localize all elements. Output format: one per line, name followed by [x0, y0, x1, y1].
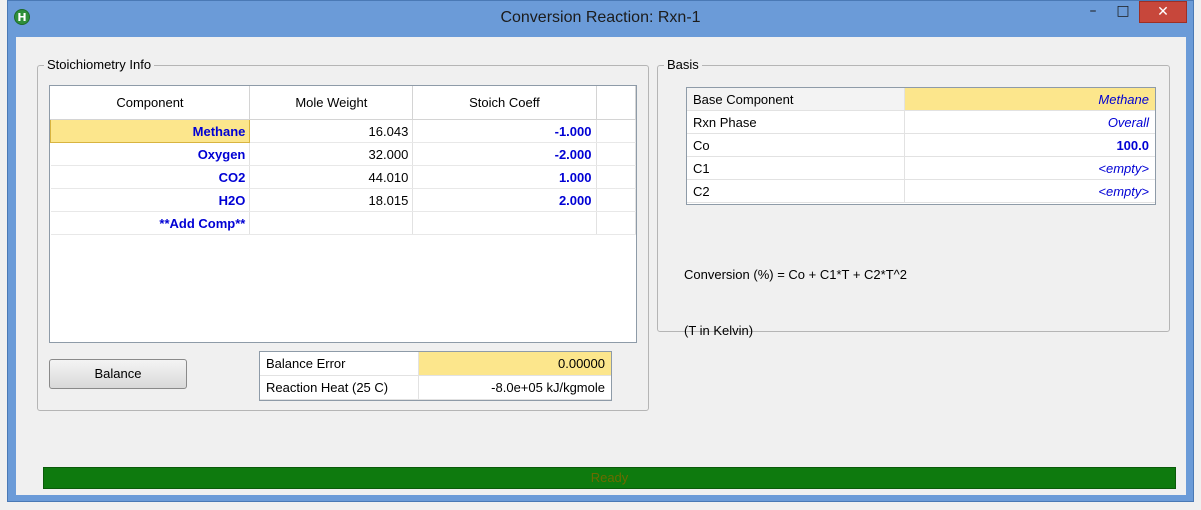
stoich-coeff-cell[interactable]: 2.000: [412, 188, 597, 212]
balance-button[interactable]: Balance: [49, 359, 187, 389]
table-row: Base Component Methane: [687, 88, 1155, 111]
basis-grid: Base Component Methane Rxn Phase Overall…: [686, 87, 1156, 205]
mole-weight-cell: 44.010: [249, 165, 414, 189]
component-cell[interactable]: H2O: [50, 188, 251, 212]
basis-legend: Basis: [664, 57, 702, 72]
base-component-label: Base Component: [687, 88, 905, 111]
balance-results-grid: Balance Error 0.00000 Reaction Heat (25 …: [259, 351, 612, 401]
co-value[interactable]: 100.0: [904, 133, 1155, 157]
maximize-button[interactable]: □: [1109, 1, 1137, 23]
mole-weight-cell: [249, 211, 414, 235]
column-header-component[interactable]: Component: [50, 86, 251, 120]
rxn-phase-value[interactable]: Overall: [904, 110, 1155, 134]
stoichiometry-legend: Stoichiometry Info: [44, 57, 155, 72]
table-row: Rxn Phase Overall: [687, 110, 1155, 134]
table-row: H2O 18.015 2.000: [50, 188, 636, 212]
window-title: Conversion Reaction: Rxn-1: [500, 9, 701, 26]
c2-label: C2: [687, 179, 905, 203]
blank-cell: [596, 165, 636, 189]
c1-value[interactable]: <empty>: [904, 156, 1155, 180]
component-grid: Component Mole Weight Stoich Coeff Metha…: [49, 85, 637, 343]
dialog-client-area: Stoichiometry Info Component Mole Weight…: [16, 37, 1186, 495]
blank-cell: [596, 119, 636, 143]
table-row: CO2 44.010 1.000: [50, 165, 636, 189]
blank-cell: [596, 188, 636, 212]
rxn-phase-label: Rxn Phase: [687, 110, 905, 134]
blank-cell: [596, 142, 636, 166]
table-row: Methane 16.043 -1.000: [50, 119, 636, 143]
conversion-formula: Conversion (%) = Co + C1*T + C2*T^2: [684, 267, 907, 282]
table-row: Co 100.0: [687, 133, 1155, 157]
stoich-coeff-cell[interactable]: [412, 211, 597, 235]
minimize-button[interactable]: –: [1079, 1, 1107, 23]
table-row: C2 <empty>: [687, 179, 1155, 203]
column-header-mole-weight[interactable]: Mole Weight: [249, 86, 414, 120]
blank-cell: [596, 211, 636, 235]
table-row: **Add Comp**: [50, 211, 636, 235]
component-cell[interactable]: Methane: [50, 119, 251, 143]
reaction-heat-value[interactable]: -8.0e+05 kJ/kgmole: [418, 375, 611, 400]
stoich-coeff-cell[interactable]: -2.000: [412, 142, 597, 166]
mole-weight-cell: 16.043: [249, 119, 414, 143]
stoich-coeff-cell[interactable]: 1.000: [412, 165, 597, 189]
component-cell[interactable]: Oxygen: [50, 142, 251, 166]
column-header-stoich-coeff[interactable]: Stoich Coeff: [412, 86, 597, 120]
c1-label: C1: [687, 156, 905, 180]
table-row: Balance Error 0.00000: [260, 352, 611, 376]
balance-error-label: Balance Error: [260, 352, 419, 376]
column-header-blank: [596, 86, 636, 120]
stoich-coeff-cell[interactable]: -1.000: [412, 119, 597, 143]
table-row: Reaction Heat (25 C) -8.0e+05 kJ/kgmole: [260, 375, 611, 400]
balance-error-value[interactable]: 0.00000: [418, 352, 611, 376]
grid-header-row: Component Mole Weight Stoich Coeff: [50, 86, 636, 120]
table-row: C1 <empty>: [687, 156, 1155, 180]
title-bar[interactable]: H Conversion Reaction: Rxn-1 – □ ✕: [8, 1, 1193, 37]
component-cell[interactable]: CO2: [50, 165, 251, 189]
status-bar: Ready: [43, 467, 1176, 489]
dialog-window: H Conversion Reaction: Rxn-1 – □ ✕ Stoic…: [7, 0, 1194, 502]
add-component-cell[interactable]: **Add Comp**: [50, 211, 251, 235]
close-button[interactable]: ✕: [1139, 1, 1187, 23]
co-label: Co: [687, 133, 905, 157]
mole-weight-cell: 18.015: [249, 188, 414, 212]
c2-value[interactable]: <empty>: [904, 179, 1155, 203]
table-row: Oxygen 32.000 -2.000: [50, 142, 636, 166]
temperature-units-note: (T in Kelvin): [684, 323, 754, 338]
reaction-heat-label: Reaction Heat (25 C): [260, 375, 419, 400]
base-component-value[interactable]: Methane: [904, 88, 1155, 111]
mole-weight-cell: 32.000: [249, 142, 414, 166]
